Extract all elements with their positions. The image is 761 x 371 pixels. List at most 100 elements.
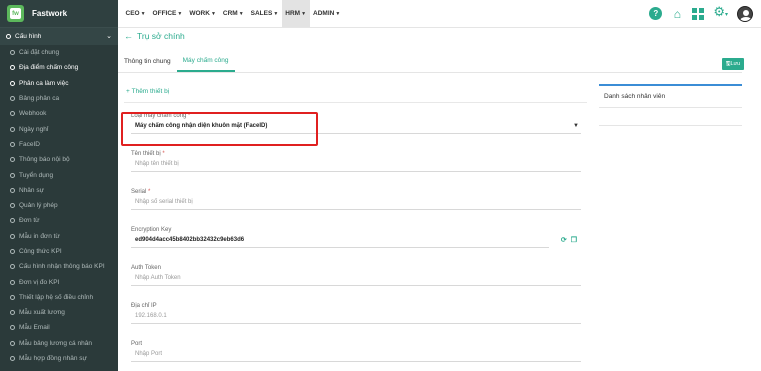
sidebar-item-label: Mẫu bảng lương cá nhân: [19, 339, 92, 347]
back-arrow-icon[interactable]: ←: [124, 31, 133, 41]
add-device-link[interactable]: + Thêm thiết bị: [124, 81, 587, 103]
brand-name: Fastwork: [32, 9, 68, 18]
sidebar-item-label: Mẫu hợp đồng nhân sự: [19, 355, 87, 363]
circle-icon: [10, 294, 15, 300]
sidebar-item-label: Mẫu xuất lương: [19, 309, 65, 317]
sidebar-item-label: Đơn từ: [19, 217, 40, 225]
employee-list-panel: Danh sách nhân viên: [599, 84, 742, 126]
sidebar-item[interactable]: Nhân sự: [0, 183, 118, 198]
top-menu-label: WORK: [189, 10, 210, 17]
serial-input[interactable]: Nhập số serial thiết bị: [131, 195, 581, 210]
sidebar-item[interactable]: Địa điểm chấm công: [0, 60, 118, 75]
apps-grid-icon[interactable]: [692, 7, 705, 20]
sidebar: fw Fastwork Cấu hình ⌄ Cài đặt chung Địa …: [0, 0, 118, 371]
sidebar-item[interactable]: Webhook: [0, 106, 118, 121]
sidebar-item[interactable]: Mẫu bảng lương cá nhân: [0, 336, 118, 351]
settings-gear-icon[interactable]: ⚙▾: [713, 5, 728, 22]
circle-icon: [10, 111, 15, 117]
sidebar-item[interactable]: Mẫu in đơn từ: [0, 229, 118, 244]
top-menu-item[interactable]: OFFICE ▼: [149, 0, 186, 27]
sidebar-item[interactable]: Thiết lập hệ số điều chỉnh: [0, 290, 118, 305]
serial-field: Serial * Nhập số serial thiết bị: [131, 189, 581, 210]
circle-icon: [10, 96, 15, 102]
brand-header[interactable]: fw Fastwork: [0, 0, 118, 28]
sidebar-item-label: Mẫu Email: [19, 324, 50, 332]
sidebar-item[interactable]: Mẫu hợp đồng nhân sự: [0, 351, 118, 366]
main-content: ← Trụ sở chính Thông tin chung Máy chấm …: [118, 28, 761, 371]
encryption-key-field: Encryption Key ed904d4acc45b8402bb32432c…: [131, 227, 577, 248]
sidebar-item[interactable]: Mẫu Email: [0, 320, 118, 335]
sidebar-item[interactable]: Phân ca làm việc: [0, 76, 118, 91]
sidebar-item[interactable]: Đơn từ: [0, 213, 118, 228]
port-input[interactable]: Nhập Port: [131, 347, 581, 362]
sidebar-item-label: Đơn vị đo KPI: [19, 278, 60, 286]
sidebar-item[interactable]: Thông báo nội bộ: [0, 152, 118, 167]
copy-icon[interactable]: ❐: [571, 236, 577, 244]
top-menu-label: HRM: [285, 10, 301, 17]
sidebar-item-label: Nhân sự: [19, 186, 44, 194]
caret-down-icon: ▼: [573, 123, 579, 129]
device-name-input[interactable]: Nhập tên thiết bị: [131, 157, 581, 172]
sidebar-item[interactable]: Quản lý phép: [0, 198, 118, 213]
sidebar-item-label: Bảng phân ca: [19, 95, 60, 103]
sidebar-item[interactable]: Tuyển dụng: [0, 167, 118, 182]
sidebar-item-label: Webhook: [19, 110, 47, 118]
sidebar-section-config[interactable]: Cấu hình ⌄: [0, 28, 118, 45]
encryption-key-input[interactable]: ed904d4acc45b8402bb32432c9eb63d6 ⟳ ❐: [131, 233, 577, 248]
top-menu-item[interactable]: WORK ▼: [186, 0, 220, 27]
tab-general-info[interactable]: Thông tin chung: [118, 50, 177, 72]
caret-down-icon: ▼: [273, 10, 279, 17]
top-menu-item[interactable]: HRM ▼: [281, 0, 310, 27]
circle-icon: [10, 233, 15, 239]
sidebar-item-label: Ngày nghỉ: [19, 125, 49, 133]
page-title[interactable]: ← Trụ sở chính: [124, 31, 185, 41]
caret-down-icon: ▼: [301, 10, 307, 17]
sidebar-item[interactable]: FaceID: [0, 137, 118, 152]
top-menu-item[interactable]: CRM ▼: [219, 0, 247, 27]
top-menu-item[interactable]: CEO ▼: [122, 0, 149, 27]
sidebar-item[interactable]: Bảng phân ca: [0, 91, 118, 106]
caret-down-icon: ▼: [177, 10, 183, 17]
circle-icon: [10, 218, 15, 224]
refresh-icon[interactable]: ⟳: [561, 236, 567, 244]
circle-icon: [10, 249, 15, 254]
caret-down-icon: ▼: [238, 10, 244, 17]
top-menu-item[interactable]: ADMIN ▼: [310, 0, 344, 27]
top-menu-label: ADMIN: [313, 10, 335, 17]
sidebar-section-label: Cấu hình: [15, 33, 42, 40]
circle-icon: [10, 264, 15, 270]
tabs: Thông tin chung Máy chấm công: [118, 50, 742, 73]
sidebar-item[interactable]: Cấu hình nhận thông báo KPI: [0, 259, 118, 274]
caret-down-icon: ▼: [210, 10, 216, 17]
circle-icon: [10, 126, 15, 132]
top-menu-item[interactable]: SALES ▼: [247, 0, 282, 27]
section-dot-icon: [6, 34, 11, 39]
device-name-field: Tên thiết bị * Nhập tên thiết bị: [131, 151, 581, 172]
sidebar-item-label: Quản lý phép: [19, 202, 58, 210]
auth-token-input[interactable]: Nhập Auth Token: [131, 271, 581, 286]
sidebar-item[interactable]: Ngày nghỉ: [0, 121, 118, 136]
sidebar-item-label: Cài đặt chung: [19, 49, 60, 57]
ip-input[interactable]: 192.168.0.1: [131, 309, 581, 324]
sidebar-item-label: Cấu hình nhận thông báo KPI: [19, 263, 105, 271]
circle-icon: [10, 50, 15, 56]
circle-icon: [10, 325, 15, 331]
sidebar-item-label: Địa điểm chấm công: [19, 64, 79, 72]
circle-icon: [10, 157, 15, 163]
user-avatar-icon[interactable]: [737, 5, 753, 22]
sidebar-item-label: Thông báo nội bộ: [19, 156, 70, 164]
top-navbar: CEO ▼ OFFICE ▼ WORK ▼ CRM ▼ SALES ▼ HRM ▼ ADMIN ▼ ? ⌂…: [118, 0, 761, 28]
help-icon[interactable]: ?: [649, 7, 663, 20]
home-icon[interactable]: ⌂: [671, 8, 683, 20]
sidebar-item-label: Phân ca làm việc: [19, 79, 69, 87]
sidebar-item[interactable]: Công thức KPI: [0, 244, 118, 259]
circle-icon: [10, 310, 15, 316]
sidebar-item[interactable]: Mẫu xuất lương: [0, 305, 118, 320]
save-button[interactable]: 🖫 Lưu: [722, 58, 744, 70]
circle-icon: [10, 141, 15, 147]
annotation-highlight-box: [121, 112, 318, 146]
sidebar-item-label: Công thức KPI: [19, 248, 62, 255]
sidebar-item[interactable]: Cài đặt chung: [0, 45, 118, 60]
sidebar-item[interactable]: Đơn vị đo KPI: [0, 274, 118, 289]
tab-timekeeping-device[interactable]: Máy chấm công: [176, 50, 235, 72]
